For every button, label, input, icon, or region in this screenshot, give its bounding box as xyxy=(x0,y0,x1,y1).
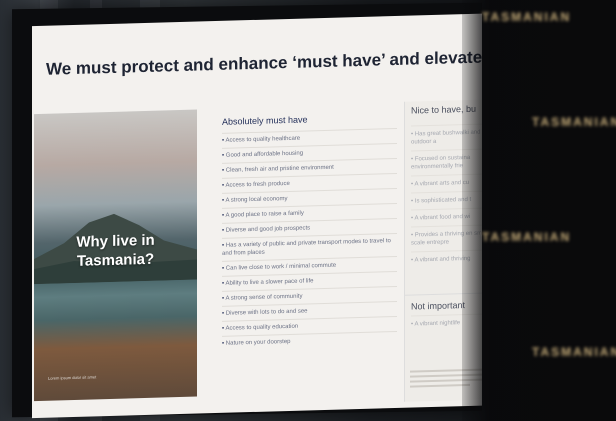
slide-title: We must protect and enhance ‘must have’ … xyxy=(46,46,482,79)
monitor-bezel: We must protect and enhance ‘must have’ … xyxy=(12,2,482,419)
photo-caption: Lorem ipsum dolor sit amet xyxy=(48,374,97,381)
bokeh-reflection-text: TASMANIAN xyxy=(532,115,616,129)
must-have-column: Absolutely must have Access to quality h… xyxy=(222,112,397,351)
must-have-heading: Absolutely must have xyxy=(222,114,308,127)
photo-heading: Why live in Tasmania? xyxy=(34,230,197,273)
presentation-slide: We must protect and enhance ‘must have’ … xyxy=(32,13,482,419)
must-have-list: Access to quality healthcare Good and af… xyxy=(222,127,397,351)
foreground-glass-panel: TASMANIAN TASMANIAN TASMANIAN TASMANIAN xyxy=(462,0,616,421)
bokeh-reflection-text: TASMANIAN xyxy=(482,230,572,244)
bokeh-reflection-text: TASMANIAN xyxy=(482,10,572,24)
bokeh-reflection-text: TASMANIAN xyxy=(532,345,616,359)
tasmania-photo: Why live in Tasmania? Lorem ipsum dolor … xyxy=(34,109,197,402)
